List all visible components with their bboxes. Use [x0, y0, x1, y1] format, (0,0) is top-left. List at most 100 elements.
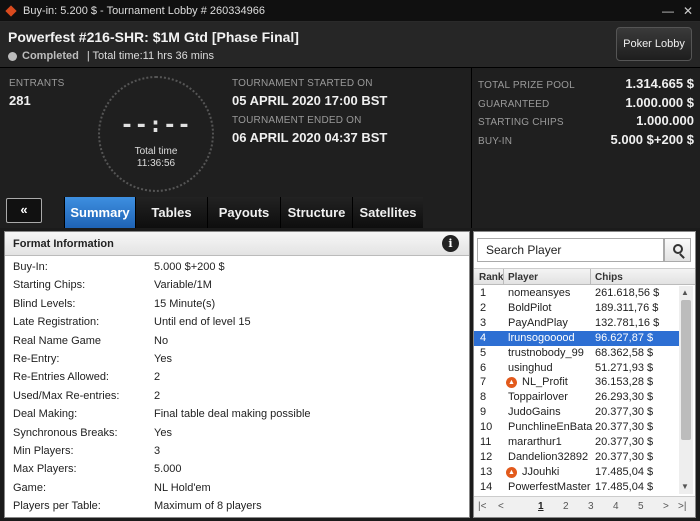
format-row: Used/Max Re-entries: 2 [13, 388, 463, 406]
prev-page-icon[interactable]: < [498, 501, 504, 512]
player-row[interactable]: 1 nomeansyes 261.618,56 $ [474, 286, 679, 301]
search-button[interactable] [664, 238, 691, 262]
player-row[interactable]: 9 JudoGains 20.377,30 $ [474, 405, 679, 420]
minimize-icon[interactable]: — [660, 3, 676, 19]
player-row[interactable]: 8 Toppairlover 26.293,30 $ [474, 390, 679, 405]
players-table-header: Rank Player Chips [474, 268, 695, 285]
page-2[interactable]: 2 [563, 501, 569, 512]
next-page-icon[interactable]: > [663, 501, 669, 512]
page-4[interactable]: 4 [613, 501, 619, 512]
first-page-icon[interactable]: |< [478, 501, 486, 512]
column-rank[interactable]: Rank [479, 272, 503, 283]
format-key: Blind Levels: [13, 297, 76, 310]
status-text: Completed [22, 50, 79, 62]
format-row: Max Players: 5.000 [13, 461, 463, 479]
format-key: Max Players: [13, 463, 77, 476]
format-value: Variable/1M [154, 279, 212, 292]
player-rank: 8 [480, 391, 487, 404]
tab-summary[interactable]: Summary [64, 197, 135, 228]
tab-satellites[interactable]: Satellites [352, 197, 423, 228]
player-rank: 4 [480, 331, 487, 344]
player-rank: 5 [480, 346, 487, 359]
clock-icon: --:-- Total time 11:36:56 [98, 76, 214, 192]
player-chips: 20.377,30 $ [595, 436, 654, 448]
player-row[interactable]: 10 PunchlineEnBata 20.377,30 $ [474, 420, 679, 435]
search-player-input[interactable]: Search Player [477, 238, 664, 262]
page-5[interactable]: 5 [638, 501, 644, 512]
prize-panel: TOTAL PRIZE POOL 1.314.665 $ GUARANTEED … [471, 68, 700, 228]
tab-tables[interactable]: Tables [135, 197, 207, 228]
search-icon [673, 244, 683, 254]
player-name: nomeansyes [508, 287, 571, 299]
prize-label: STARTING CHIPS [478, 117, 564, 128]
prize-value: 1.000.000 [636, 113, 694, 128]
player-name: usinghud [508, 361, 553, 374]
scrollbar-thumb[interactable] [681, 300, 691, 440]
poker-lobby-button[interactable]: Poker Lobby [616, 27, 692, 61]
player-row[interactable]: 7 ▲ NL_Profit 36.153,28 $ [474, 375, 679, 390]
player-chips: 261.618,56 $ [595, 287, 660, 299]
format-row: Deal Making: Final table deal making poss… [13, 406, 463, 424]
player-rank: 13 [480, 465, 493, 478]
format-key: Starting Chips: [13, 279, 86, 292]
player-chips: 96.627,87 $ [595, 331, 654, 344]
format-row: Min Players: 3 [13, 443, 463, 461]
player-rank: 1 [480, 287, 487, 299]
player-name: NL_Profit [522, 376, 568, 389]
player-chips: 20.377,30 $ [595, 421, 654, 434]
info-icon[interactable]: i [442, 235, 459, 252]
player-name: Toppairlover [508, 391, 568, 404]
format-key: Game: [13, 481, 47, 494]
format-value: Final table deal making possible [154, 408, 311, 421]
format-key: Min Players: [13, 445, 74, 457]
entrants-label: ENTRANTS [9, 78, 65, 89]
format-value: Yes [154, 426, 172, 439]
tab-structure[interactable]: Structure [280, 197, 352, 228]
format-row: Re-Entry: Yes [13, 351, 463, 369]
format-row: Re-Entries Allowed: 2 [13, 369, 463, 387]
format-key: Synchronous Breaks: [13, 426, 118, 439]
format-key: Deal Making: [13, 408, 78, 421]
player-name: PayAndPlay [508, 316, 568, 329]
player-row[interactable]: 11 mararthur1 20.377,30 $ [474, 435, 679, 450]
player-name: trustnobody_99 [508, 346, 584, 359]
clock-digits: --:-- [120, 113, 192, 138]
format-value: Maximum of 8 players [154, 500, 262, 513]
page-3[interactable]: 3 [588, 501, 594, 512]
ended-label: TOURNAMENT ENDED ON [232, 115, 362, 126]
player-row[interactable]: 14 PowerfestMaster 17.485,04 $ [474, 480, 679, 495]
scroll-down-icon[interactable]: ▼ [681, 482, 689, 491]
brand-ambassador-icon: ▲ [506, 466, 517, 478]
column-chips[interactable]: Chips [595, 272, 623, 283]
format-information-panel: Format Information i Buy-In: 5.000 $+200 … [4, 231, 470, 518]
player-rank: 7 [480, 376, 487, 389]
collapse-icon[interactable]: « [6, 198, 42, 223]
last-page-icon[interactable]: >| [678, 501, 686, 512]
player-name: mararthur1 [508, 436, 562, 448]
format-key: Late Registration: [13, 316, 100, 329]
prize-label: BUY-IN [478, 136, 513, 147]
format-value: 5.000 $+200 $ [154, 261, 225, 273]
player-row[interactable]: 13 ▲ JJouhki 17.485,04 $ [474, 465, 679, 480]
player-name: PowerfestMaster [508, 480, 591, 493]
player-chips: 20.377,30 $ [595, 406, 654, 419]
close-icon[interactable]: ✕ [680, 3, 696, 19]
player-row[interactable]: 6 usinghud 51.271,93 $ [474, 361, 679, 376]
tournament-status: Completed | Total time:11 hrs 36 mins [8, 50, 214, 62]
column-player[interactable]: Player [508, 272, 538, 283]
player-row[interactable]: 2 BoldPilot 189.311,76 $ [474, 301, 679, 316]
player-row[interactable]: 4 lrunsogooood 96.627,87 $ [474, 330, 679, 346]
players-scrollbar[interactable]: ▲ ▼ [679, 286, 693, 494]
tab-payouts[interactable]: Payouts [207, 197, 280, 228]
format-key: Buy-In: [13, 261, 48, 273]
scroll-up-icon[interactable]: ▲ [681, 288, 689, 297]
player-row[interactable]: 3 PayAndPlay 132.781,16 $ [474, 316, 679, 331]
player-chips: 68.362,58 $ [595, 346, 654, 359]
tab-bar: « Summary Tables Payouts Structure Satel… [0, 194, 471, 228]
player-row[interactable]: 5 trustnobody_99 68.362,58 $ [474, 346, 679, 361]
player-row[interactable]: 12 Dandelion32892 20.377,30 $ [474, 450, 679, 465]
page-1[interactable]: 1 [538, 501, 544, 512]
format-row: Blind Levels: 15 Minute(s) [13, 296, 463, 314]
started-value: 05 APRIL 2020 17:00 BST [232, 93, 388, 108]
players-panel: Search Player Rank Player Chips 1 nomeans… [473, 231, 696, 518]
